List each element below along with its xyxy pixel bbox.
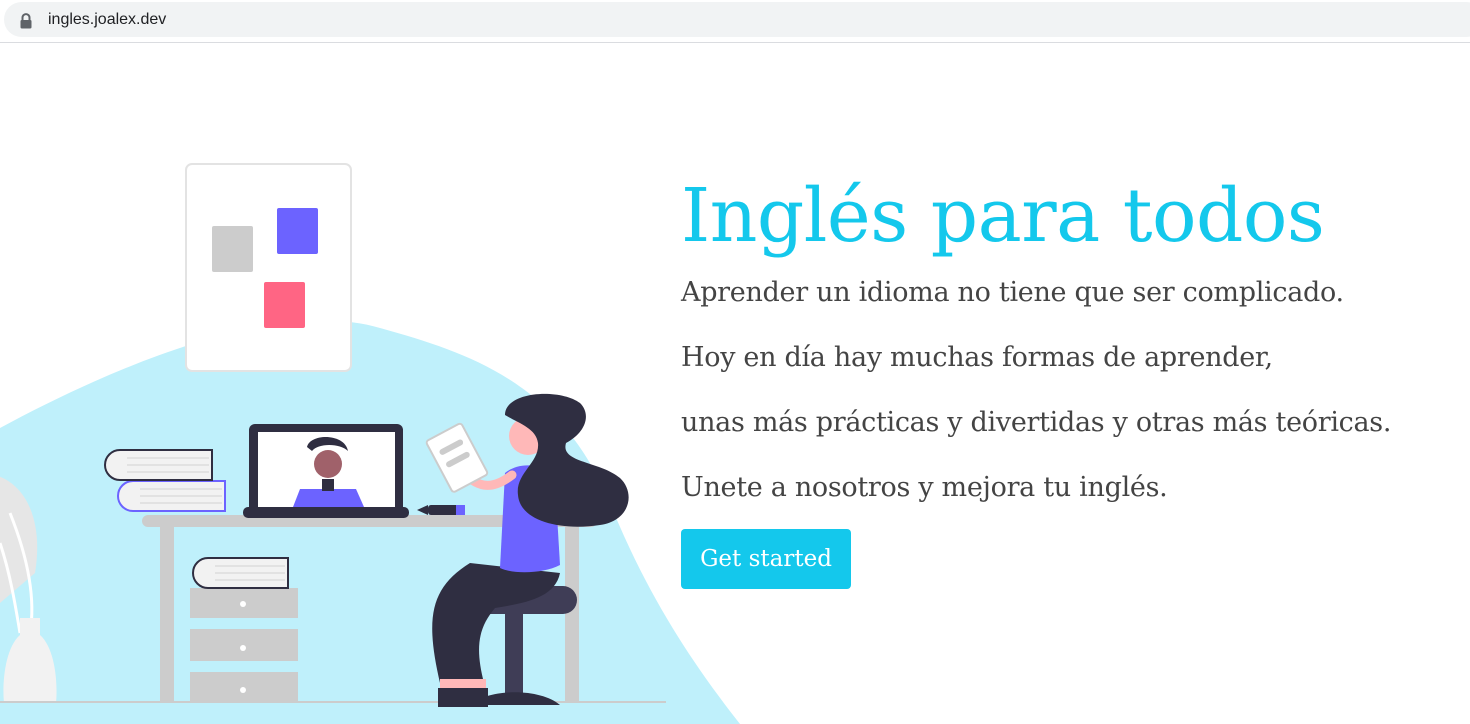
hero-text-line: unas más prácticas y divertidas y otras … [681,407,1392,438]
hero-section: Inglés para todos Aprender un idioma no … [681,160,1461,520]
pink-square [264,282,305,328]
lock-icon[interactable] [19,13,33,29]
hero-text-line: Aprender un idioma no tiene que ser comp… [681,277,1344,308]
purple-square [277,208,318,254]
wall-frame [185,163,352,372]
book-stack [104,449,226,512]
browser-address-bar: ingles.joalex.dev [0,0,1470,43]
hero-text-line: Unete a nosotros y mejora tu inglés. [681,472,1168,503]
hero-text-line: Hoy en día hay muchas formas de aprender… [681,342,1273,373]
hero-illustration [0,163,740,724]
drawer-book [192,557,289,589]
url-field[interactable]: ingles.joalex.dev [4,2,1470,37]
hero-title: Inglés para todos [681,173,1325,259]
get-started-button[interactable]: Get started [681,529,851,589]
url-text[interactable]: ingles.joalex.dev [48,11,166,29]
laptop [243,424,409,518]
gray-square [212,226,253,272]
